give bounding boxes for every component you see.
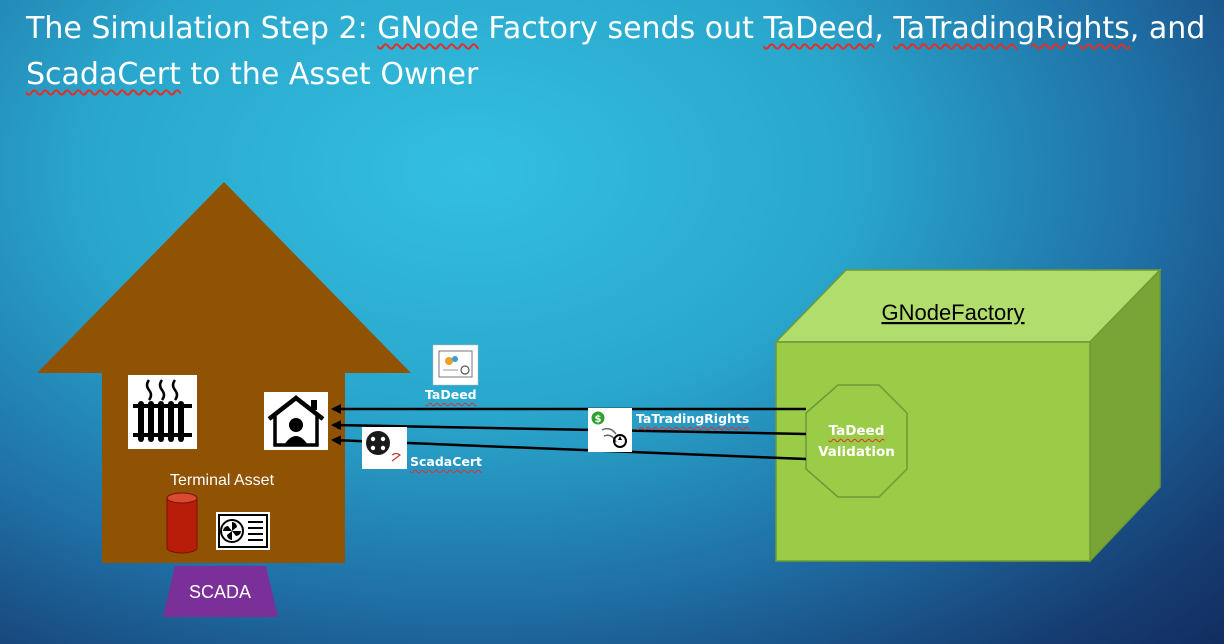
tatradingrights-icon: $ [588, 408, 632, 452]
svg-text:$: $ [595, 414, 602, 425]
heat-pump-icon [216, 512, 270, 550]
terminal-asset-label: Terminal Asset [170, 472, 275, 489]
token-label-scadacert: ScadaCert [410, 454, 483, 469]
house-shape [37, 182, 411, 563]
validation-label: TaDeed Validation [818, 423, 895, 460]
storage-tank-icon [166, 492, 198, 554]
scadacert-icon [362, 427, 407, 469]
tadeed-certificate-icon [432, 344, 479, 386]
token-label-tatradingrights: TaTradingRights [636, 411, 750, 426]
asset-owner-icon [264, 392, 328, 450]
factory-label: GNodeFactory [881, 300, 1024, 325]
token-label-tadeed: TaDeed [425, 387, 477, 402]
radiator-icon [128, 375, 197, 449]
diagram-canvas: Terminal Asset SCADA GNodeFactory $ [37, 182, 1162, 617]
scada-label: SCADA [189, 582, 251, 602]
